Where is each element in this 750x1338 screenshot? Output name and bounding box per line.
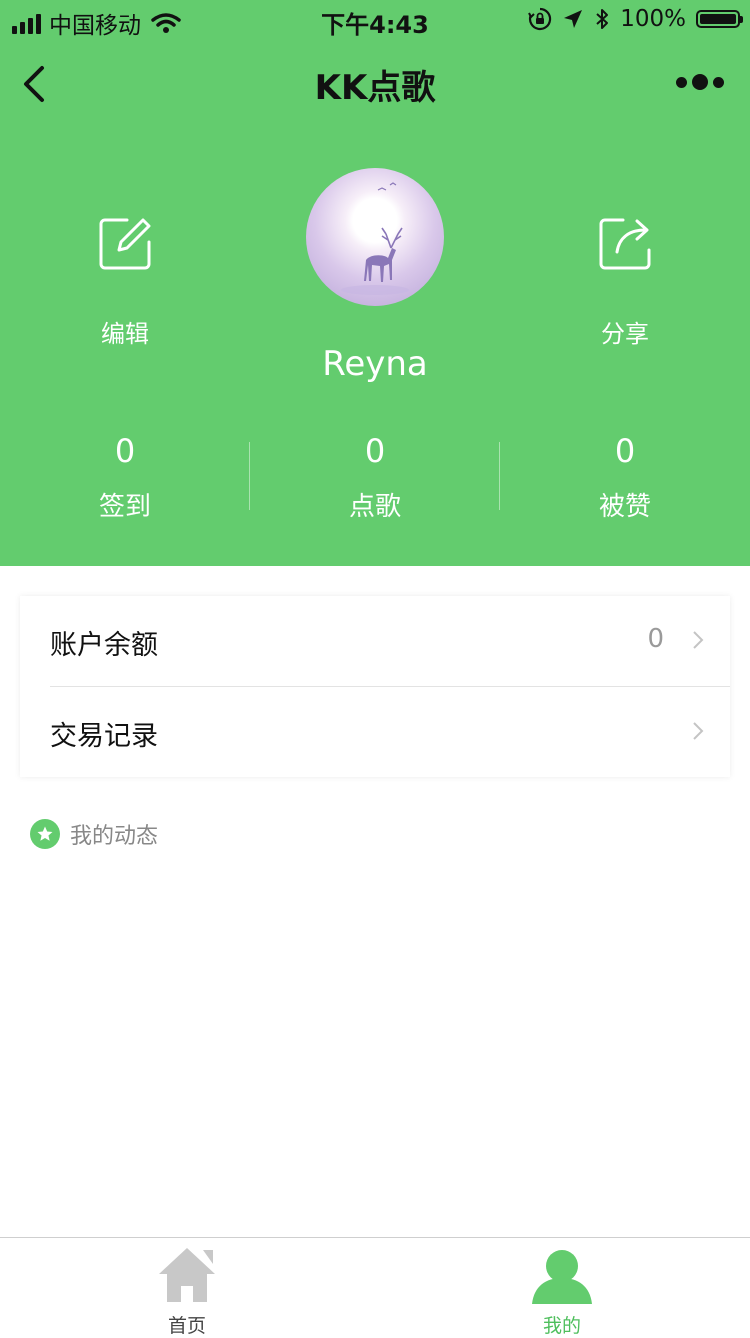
user-icon: [532, 1250, 592, 1304]
avatar[interactable]: [306, 168, 444, 306]
stat-songs[interactable]: 0 点歌: [250, 432, 500, 523]
status-bar: 中国移动 下午4:43 100%: [0, 0, 750, 40]
star-icon: [30, 819, 60, 849]
stat-checkin[interactable]: 0 签到: [0, 432, 250, 523]
status-right: 100%: [528, 6, 743, 32]
stat-likes[interactable]: 0 被赞: [500, 432, 750, 523]
stat-label: 被赞: [598, 492, 651, 522]
edit-icon: [99, 218, 151, 270]
menu-row-transactions[interactable]: 交易记录: [50, 686, 730, 777]
battery-icon: [696, 10, 743, 28]
tab-home[interactable]: 首页: [127, 1244, 247, 1338]
my-feed-title: 我的动态: [70, 824, 159, 849]
account-menu-card: 账户余额 0 交易记录: [20, 596, 730, 777]
stat-value: 0: [114, 432, 136, 470]
my-feed-header: 我的动态: [30, 818, 158, 850]
chevron-right-icon: [693, 631, 704, 649]
username: Reyna: [322, 344, 428, 384]
chevron-right-icon: [693, 722, 704, 740]
battery-percent: 100%: [620, 6, 686, 32]
stat-value: 0: [364, 432, 386, 470]
menu-row-balance[interactable]: 账户余额 0: [20, 596, 730, 686]
share-icon: [599, 218, 651, 270]
orientation-lock-icon: [528, 7, 552, 31]
edit-button[interactable]: 编辑: [65, 216, 185, 349]
stat-value: 0: [614, 432, 636, 470]
tab-bar: 首页 我的: [0, 1237, 750, 1338]
deer-icon: [341, 182, 409, 295]
home-icon: [159, 1248, 215, 1302]
share-button[interactable]: 分享: [565, 216, 685, 349]
profile-header: 中国移动 下午4:43 100% KK点歌 编辑 分享 Reyna 0 签到 0…: [0, 0, 750, 566]
transactions-label: 交易记录: [50, 721, 158, 752]
page-title: KK点歌: [314, 68, 436, 108]
balance-label: 账户余额: [50, 630, 158, 661]
bluetooth-icon: [596, 9, 609, 29]
location-icon: [564, 10, 583, 28]
stat-label: 签到: [98, 492, 151, 522]
tab-mine[interactable]: 我的: [502, 1244, 622, 1338]
more-menu-icon[interactable]: [676, 74, 724, 90]
stat-label: 点歌: [348, 492, 401, 522]
balance-value: 0: [647, 624, 664, 654]
